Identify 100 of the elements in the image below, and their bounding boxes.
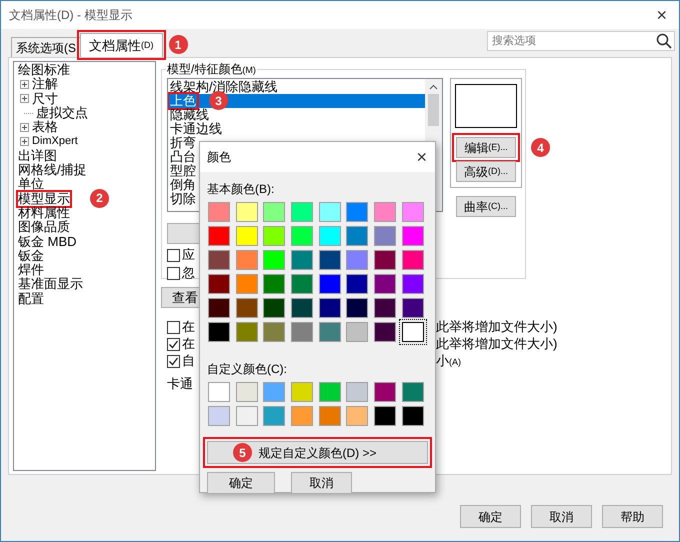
color-swatch[interactable] <box>346 298 368 318</box>
list-item[interactable]: 隐藏线 <box>168 108 425 122</box>
color-swatch[interactable] <box>208 406 230 426</box>
color-swatch[interactable] <box>374 382 396 402</box>
color-swatch[interactable] <box>318 298 341 318</box>
list-item[interactable]: 上色 3 <box>168 94 425 108</box>
tab[interactable]: 系统选项(S <box>11 37 81 57</box>
tree-item[interactable]: 注解 <box>32 77 58 92</box>
color-swatch[interactable] <box>291 202 314 222</box>
color-swatch[interactable] <box>291 226 314 246</box>
tree-item[interactable]: DimXpert <box>32 134 78 149</box>
color-swatch[interactable] <box>346 322 368 342</box>
search-field[interactable]: 搜索选项 <box>487 31 675 51</box>
checkbox[interactable] <box>167 338 180 350</box>
checkbox[interactable] <box>167 354 180 368</box>
color-swatch[interactable] <box>318 250 341 270</box>
color-swatch[interactable] <box>263 382 286 402</box>
color-swatch[interactable] <box>263 274 286 294</box>
color-swatch[interactable] <box>346 226 368 246</box>
list-item[interactable]: 线架构/消除隐藏线 <box>168 80 425 94</box>
color-swatch[interactable] <box>402 274 424 294</box>
tree-item[interactable]: 网格线/捕捉 <box>18 163 87 178</box>
color-swatch[interactable] <box>346 382 368 402</box>
color-swatch[interactable] <box>374 250 396 270</box>
color-swatch[interactable] <box>402 382 424 402</box>
checkbox[interactable] <box>167 248 180 262</box>
color-swatch[interactable] <box>236 274 258 294</box>
button[interactable]: 帮助 <box>602 505 663 528</box>
color-swatch[interactable] <box>208 226 230 246</box>
tree-item[interactable]: 单位 <box>18 177 44 192</box>
color-swatch[interactable] <box>263 202 286 222</box>
button[interactable]: 确定 <box>460 505 521 528</box>
scrollbar-thumb[interactable] <box>428 94 439 126</box>
color-swatch[interactable] <box>318 274 341 294</box>
color-swatch[interactable] <box>402 406 424 426</box>
color-swatch[interactable] <box>318 226 341 246</box>
color-swatch[interactable] <box>402 226 424 246</box>
color-swatch[interactable] <box>291 298 314 318</box>
color-swatch[interactable] <box>291 274 314 294</box>
tree-item[interactable]: 焊件 <box>18 263 44 278</box>
color-swatch[interactable] <box>208 202 230 222</box>
expand-icon[interactable] <box>20 94 29 104</box>
tree-item[interactable]: 表格 <box>32 120 58 134</box>
tree-item[interactable]: 材料属性 <box>18 206 70 220</box>
color-swatch[interactable] <box>402 202 424 222</box>
color-swatch[interactable] <box>208 298 230 318</box>
color-swatch[interactable] <box>402 250 424 270</box>
color-swatch[interactable] <box>236 298 258 318</box>
color-swatch[interactable] <box>208 250 230 270</box>
expand-icon[interactable] <box>20 137 29 146</box>
color-swatch[interactable] <box>346 202 368 222</box>
color-swatch[interactable] <box>208 274 230 294</box>
tree-item[interactable]: 尺寸 <box>32 92 58 106</box>
color-swatch[interactable] <box>374 298 396 318</box>
color-swatch[interactable] <box>318 406 341 426</box>
color-swatch[interactable] <box>236 226 258 246</box>
tree-item[interactable]: 配置 <box>18 292 44 306</box>
close-button[interactable]: × <box>416 148 427 166</box>
color-swatch[interactable] <box>374 202 396 222</box>
color-swatch[interactable] <box>402 322 424 342</box>
color-swatch[interactable] <box>236 202 258 222</box>
color-swatch[interactable] <box>291 322 314 342</box>
color-swatch[interactable] <box>346 250 368 270</box>
color-swatch[interactable] <box>236 382 258 402</box>
color-swatch[interactable] <box>263 322 286 342</box>
color-swatch[interactable] <box>236 250 258 270</box>
color-swatch[interactable] <box>374 226 396 246</box>
color-swatch[interactable] <box>374 322 396 342</box>
color-swatch[interactable] <box>263 298 286 318</box>
tree-item[interactable]: 基准面显示 <box>18 277 83 292</box>
list-item[interactable]: 卡通边线 <box>168 122 425 136</box>
color-swatch[interactable] <box>346 274 368 294</box>
tree-item[interactable]: 钣金 <box>18 248 44 264</box>
checkbox[interactable] <box>167 320 180 334</box>
cancel-button[interactable]: 取消 <box>291 472 352 494</box>
color-swatch[interactable] <box>208 382 230 402</box>
color-swatch[interactable] <box>291 250 314 270</box>
color-swatch[interactable] <box>236 322 258 342</box>
tree-item[interactable]: 钣金 MBD <box>18 234 76 249</box>
tree-item[interactable]: 图像品质 <box>18 220 70 235</box>
tree-item[interactable]: 绘图标准 <box>18 63 70 78</box>
button[interactable]: 取消 <box>531 505 592 528</box>
expand-icon[interactable] <box>20 80 29 89</box>
expand-icon[interactable] <box>20 122 29 132</box>
color-swatch[interactable] <box>291 406 314 426</box>
color-swatch[interactable] <box>236 406 258 426</box>
color-swatch[interactable] <box>263 226 286 246</box>
checkbox[interactable] <box>167 266 180 280</box>
color-swatch[interactable] <box>346 406 368 426</box>
color-swatch[interactable] <box>318 202 341 222</box>
color-swatch[interactable] <box>402 298 424 318</box>
ok-button[interactable]: 确定 <box>207 472 275 494</box>
color-swatch[interactable] <box>374 406 396 426</box>
color-swatch[interactable] <box>208 322 230 342</box>
color-swatch[interactable] <box>263 406 286 426</box>
tree-item[interactable]: 虚拟交点 <box>36 106 88 120</box>
color-swatch[interactable] <box>374 274 396 294</box>
color-swatch[interactable] <box>291 382 314 402</box>
close-button[interactable]: × <box>656 6 667 24</box>
tree-item[interactable]: 模型显示 <box>18 192 70 206</box>
